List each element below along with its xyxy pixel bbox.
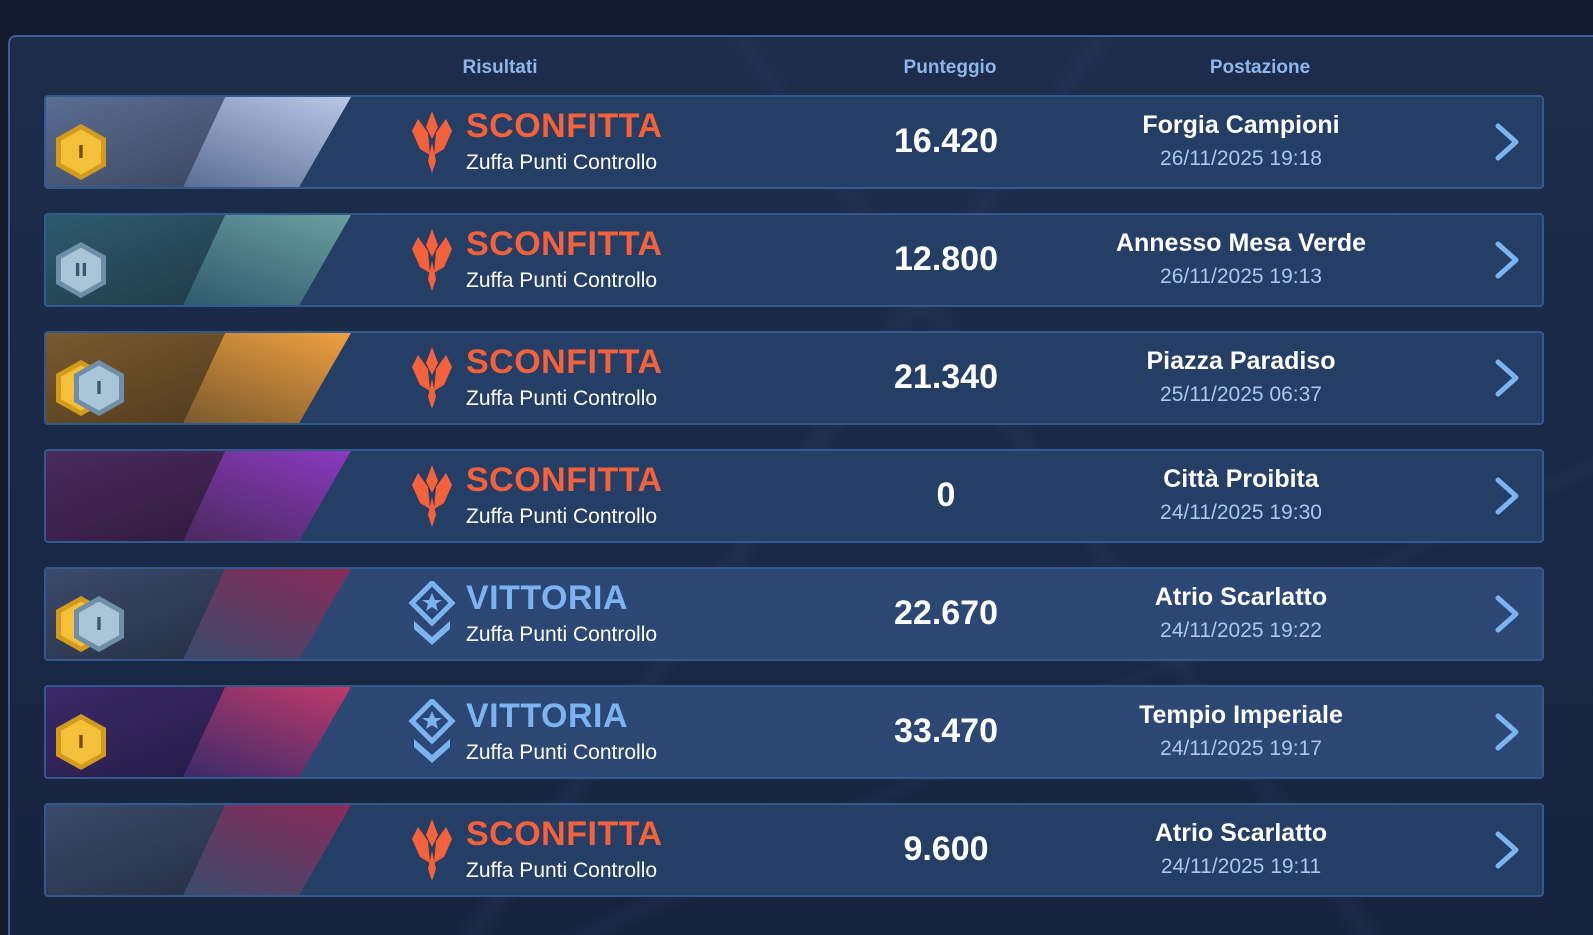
rank-badges: I <box>56 124 106 180</box>
match-row[interactable]: II VITTORIA Zuffa Punti Controllo 22.670… <box>44 567 1544 661</box>
chevron-right-icon[interactable] <box>1492 123 1522 161</box>
match-row[interactable]: I VITTORIA Zuffa Punti Controllo 33.470 … <box>44 685 1544 779</box>
victory-icon <box>408 579 456 647</box>
map-thumbnail <box>46 805 351 895</box>
match-history-panel: Risultati Punteggio Postazione I SCONFIT… <box>8 35 1593 935</box>
match-score: 22.670 <box>894 594 998 632</box>
map-thumbnail: II <box>46 215 351 305</box>
match-datetime: 26/11/2025 19:18 <box>1160 147 1322 170</box>
map-name: Città Proibita <box>1163 465 1319 493</box>
match-score: 0 <box>936 476 956 514</box>
defeat-icon <box>408 463 456 529</box>
rank-badge-icon: I <box>56 714 106 770</box>
map-name: Atrio Scarlatto <box>1154 819 1328 847</box>
map-thumbnail: II <box>46 333 351 423</box>
map-name: Atrio Scarlatto <box>1154 583 1328 611</box>
match-score: 12.800 <box>894 240 998 278</box>
match-score: 33.470 <box>894 712 998 750</box>
game-mode: Zuffa Punti Controllo <box>466 741 658 764</box>
result-label: SCONFITTA <box>466 107 663 145</box>
column-headers: Risultati Punteggio Postazione <box>10 57 1593 87</box>
match-row[interactable]: I SCONFITTA Zuffa Punti Controllo 16.420… <box>44 95 1544 189</box>
header-results: Risultati <box>462 57 538 78</box>
map-name: Forgia Campioni <box>1142 111 1340 139</box>
match-datetime: 24/11/2025 19:11 <box>1160 855 1322 878</box>
result-label: SCONFITTA <box>466 815 663 853</box>
defeat-icon <box>408 817 456 883</box>
map-name: Piazza Paradiso <box>1146 347 1336 375</box>
rank-badge-icon: II <box>56 242 106 298</box>
game-mode: Zuffa Punti Controllo <box>466 269 658 292</box>
map-thumbnail: I <box>46 97 351 187</box>
rank-badges: II <box>56 596 124 652</box>
match-row[interactable]: SCONFITTA Zuffa Punti Controllo 9.600 At… <box>44 803 1544 897</box>
match-datetime: 24/11/2025 19:30 <box>1160 501 1322 524</box>
chevron-right-icon[interactable] <box>1492 595 1522 633</box>
chevron-right-icon[interactable] <box>1492 359 1522 397</box>
match-datetime: 24/11/2025 19:22 <box>1160 619 1322 642</box>
game-mode: Zuffa Punti Controllo <box>466 623 658 646</box>
match-row[interactable]: II SCONFITTA Zuffa Punti Controllo 21.34… <box>44 331 1544 425</box>
chevron-right-icon[interactable] <box>1492 713 1522 751</box>
match-datetime: 25/11/2025 06:37 <box>1160 383 1322 406</box>
victory-icon <box>408 697 456 765</box>
match-datetime: 26/11/2025 19:13 <box>1160 265 1322 288</box>
match-row[interactable]: SCONFITTA Zuffa Punti Controllo 0 Città … <box>44 449 1544 543</box>
game-mode: Zuffa Punti Controllo <box>466 387 658 410</box>
match-row[interactable]: II SCONFITTA Zuffa Punti Controllo 12.80… <box>44 213 1544 307</box>
map-thumbnail <box>46 451 351 541</box>
game-mode: Zuffa Punti Controllo <box>466 859 658 882</box>
chevron-right-icon[interactable] <box>1492 477 1522 515</box>
chevron-right-icon[interactable] <box>1492 831 1522 869</box>
defeat-icon <box>408 345 456 411</box>
rank-badge-icon: I <box>56 124 106 180</box>
defeat-icon <box>408 109 456 175</box>
header-location: Postazione <box>1209 57 1311 78</box>
header-score: Punteggio <box>903 57 997 78</box>
map-thumbnail: II <box>46 569 351 659</box>
rank-badges: I <box>56 714 106 770</box>
result-label: VITTORIA <box>466 697 629 735</box>
chevron-right-icon[interactable] <box>1492 241 1522 279</box>
match-score: 9.600 <box>903 830 989 868</box>
result-label: SCONFITTA <box>466 461 663 499</box>
rank-badges: II <box>56 242 106 298</box>
map-name: Tempio Imperiale <box>1139 701 1343 729</box>
game-mode: Zuffa Punti Controllo <box>466 151 658 174</box>
rank-badges: II <box>56 360 124 416</box>
result-label: SCONFITTA <box>466 225 663 263</box>
match-datetime: 24/11/2025 19:17 <box>1160 737 1322 760</box>
result-label: VITTORIA <box>466 579 629 617</box>
result-label: SCONFITTA <box>466 343 663 381</box>
match-score: 16.420 <box>894 122 998 160</box>
game-mode: Zuffa Punti Controllo <box>466 505 658 528</box>
map-name: Annesso Mesa Verde <box>1115 229 1367 257</box>
map-thumbnail: I <box>46 687 351 777</box>
match-score: 21.340 <box>894 358 998 396</box>
defeat-icon <box>408 227 456 293</box>
